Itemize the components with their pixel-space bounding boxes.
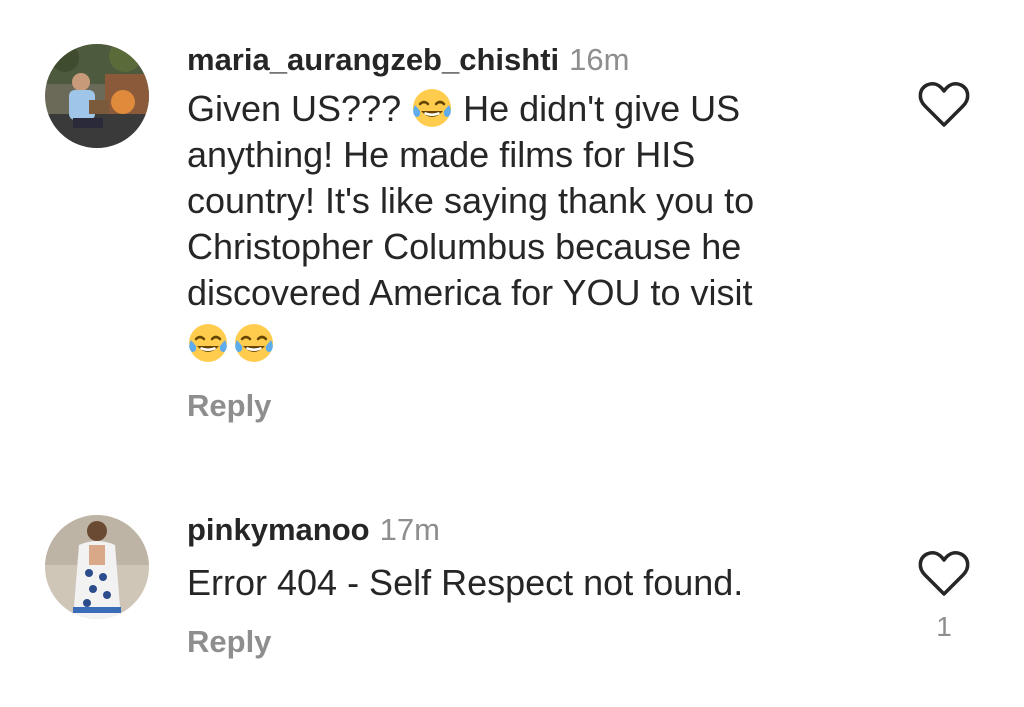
username[interactable]: pinkymanoo bbox=[187, 512, 370, 547]
timestamp: 16m bbox=[569, 42, 630, 77]
timestamp: 17m bbox=[379, 512, 440, 547]
username[interactable]: maria_aurangzeb_chishti bbox=[187, 42, 559, 77]
avatar[interactable] bbox=[45, 44, 149, 148]
comment-text: Given US??? He didn't give US anything! … bbox=[187, 86, 877, 316]
comment-list: maria_aurangzeb_chishti 16m Given US??? H… bbox=[0, 0, 1024, 707]
avatar[interactable] bbox=[45, 515, 149, 619]
like-column bbox=[917, 80, 971, 130]
heart-outline-icon[interactable] bbox=[917, 549, 971, 599]
comment-body: maria_aurangzeb_chishti 16m Given US??? H… bbox=[187, 42, 877, 424]
reply-button[interactable]: Reply bbox=[187, 388, 877, 424]
comment-header: maria_aurangzeb_chishti 16m bbox=[187, 42, 877, 78]
comment-header: pinkymanoo 17m bbox=[187, 512, 877, 548]
like-column: 1 bbox=[917, 549, 971, 643]
reply-button[interactable]: Reply bbox=[187, 624, 877, 660]
comment-text: Error 404 - Self Respect not found. bbox=[187, 562, 744, 603]
heart-outline-icon[interactable] bbox=[917, 80, 971, 130]
face-with-tears-of-joy-icon bbox=[413, 89, 452, 127]
face-with-tears-of-joy-icon bbox=[235, 324, 273, 362]
emoji-line bbox=[187, 322, 877, 368]
comment-body: pinkymanoo 17m Error 404 - Self Respect n… bbox=[187, 512, 877, 660]
face-with-tears-of-joy-icon bbox=[189, 324, 227, 362]
like-count: 1 bbox=[936, 611, 952, 642]
comment-text-part: Given US??? bbox=[187, 88, 412, 129]
